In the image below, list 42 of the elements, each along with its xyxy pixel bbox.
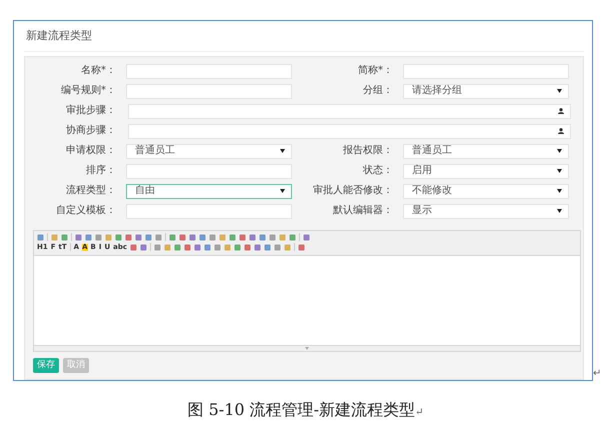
person-icon — [558, 128, 564, 134]
window-title: 新建流程类型 — [24, 21, 584, 52]
person-icon — [558, 108, 564, 114]
input-field[interactable] — [126, 204, 292, 218]
select-field[interactable]: 启用 — [403, 164, 569, 178]
field-label: 状态： — [363, 166, 393, 176]
field-label: 协商步骤： — [66, 126, 116, 136]
field-label: 默认编辑器： — [333, 206, 393, 216]
input-field[interactable] — [128, 124, 571, 138]
field-label: 报告权限： — [343, 146, 393, 156]
field-label: 编号规则*： — [61, 86, 116, 96]
caret-icon — [280, 149, 285, 153]
field-label: 申请权限： — [66, 146, 116, 156]
paragraph-mark: ↵ — [593, 367, 602, 381]
paragraph-mark: ↵ — [415, 407, 424, 418]
caret-icon — [557, 189, 562, 193]
input-field[interactable] — [126, 164, 292, 178]
input-field[interactable] — [126, 64, 292, 78]
select-field[interactable]: 自由 — [126, 184, 292, 198]
select-field[interactable]: 不能修改 — [403, 184, 569, 198]
field-label: 分组： — [363, 86, 393, 96]
resize-handle-icon — [305, 346, 309, 350]
input-field[interactable] — [403, 64, 569, 78]
field-label: 审批人能否修改： — [313, 186, 393, 196]
field-label: 名称*： — [81, 66, 116, 76]
field-label: 自定义模板： — [56, 206, 116, 216]
caret-icon — [557, 149, 562, 153]
field-label: 简称*： — [358, 66, 393, 76]
select-field[interactable]: 显示 — [403, 204, 569, 218]
input-field[interactable] — [126, 84, 292, 98]
caret-icon — [557, 89, 562, 93]
select-field[interactable]: 普通员工 — [126, 144, 292, 158]
caret-icon — [557, 209, 562, 213]
select-field[interactable]: 请选择分组 — [403, 84, 569, 98]
field-label: 审批步骤： — [66, 106, 116, 116]
select-field[interactable]: 普通员工 — [403, 144, 569, 158]
field-label: 排序： — [86, 166, 116, 176]
caret-icon — [280, 189, 285, 193]
caret-icon — [557, 169, 562, 173]
figure-caption: 图 5-10 流程管理-新建流程类型 — [188, 400, 416, 419]
field-label: 流程类型： — [66, 186, 116, 196]
input-field[interactable] — [128, 104, 571, 118]
